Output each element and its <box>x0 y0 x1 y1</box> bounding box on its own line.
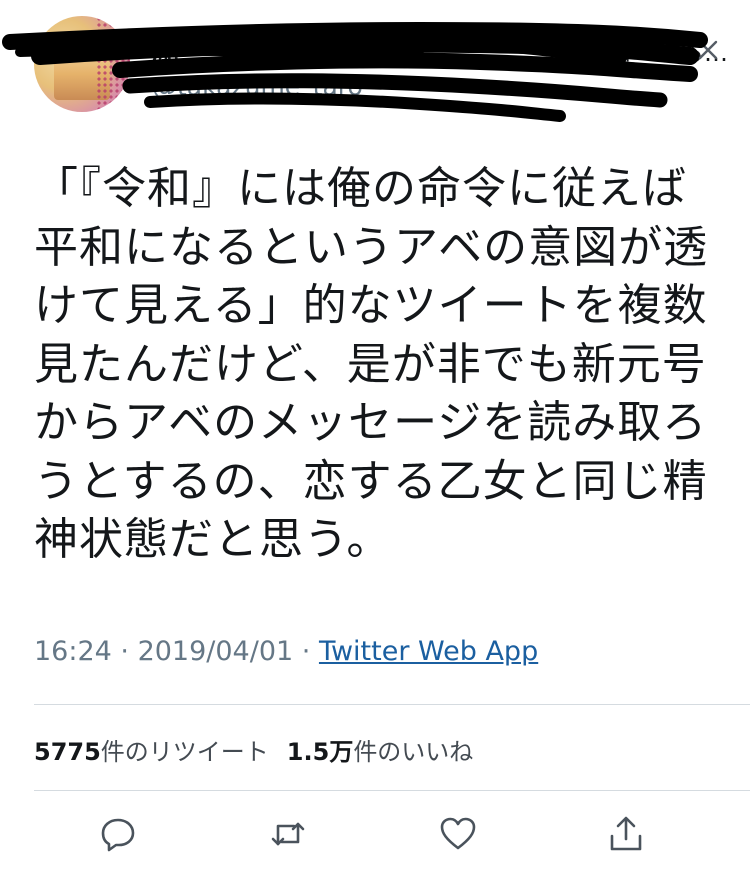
tweet-text-line: 「『令和』には俺の命令に従えば <box>34 163 687 214</box>
likes-count: 1.5万 <box>286 738 354 766</box>
retweets-count: 5775 <box>34 738 101 766</box>
avatar-pattern <box>96 16 130 112</box>
meta-separator: · <box>111 636 138 667</box>
tweet-text-line: けて見える」的なツイートを複数 <box>34 280 708 331</box>
likes-stat[interactable]: 1.5万件のいいね <box>287 738 474 766</box>
tweet-text-line: からアベのメッセージを読み取ろ <box>34 397 708 448</box>
tweet-text: 「『令和』には俺の命令に従えば 平和になるというアベの意図が透 けて見える」的な… <box>34 160 714 570</box>
retweet-icon[interactable] <box>268 814 308 854</box>
meta-separator: · <box>293 636 319 667</box>
tweet-actions <box>0 806 750 866</box>
tweet-text-line: 平和になるというアベの意図が透 <box>34 221 709 273</box>
tweet-text-line: うとするの、恋する乙女と同じ精 <box>34 455 708 507</box>
tweet-header: 瀧 @takazume_taro フォローする… <box>0 0 750 140</box>
divider <box>34 704 750 705</box>
display-name[interactable]: 瀧 <box>152 30 178 67</box>
heart-icon[interactable] <box>438 814 478 854</box>
avatar[interactable] <box>34 16 130 112</box>
retweets-stat[interactable]: 5775件のリツイート <box>34 738 269 766</box>
tweet-meta: 16:24 · 2019/04/01 · Twitter Web App <box>34 636 538 667</box>
divider <box>34 790 750 791</box>
user-handle[interactable]: @takazume_taro <box>152 72 363 101</box>
tweet-stats: 5775件のリツイート 1.5万件のいいね <box>34 732 473 767</box>
tweet-text-line: 神状態だと思う。 <box>34 514 392 565</box>
likes-label: 件のいいね <box>353 738 474 766</box>
share-icon[interactable] <box>606 814 646 854</box>
retweets-label: 件のリツイート <box>100 738 269 766</box>
close-icon[interactable] <box>696 38 720 62</box>
tweet-text-line: 見たんだけど、是が非でも新元号 <box>34 338 707 390</box>
tweet-date[interactable]: 2019/04/01 <box>138 636 294 667</box>
reply-icon[interactable] <box>98 814 138 854</box>
tweet-time[interactable]: 16:24 <box>34 636 112 667</box>
tweet-source-link[interactable]: Twitter Web App <box>319 636 538 667</box>
